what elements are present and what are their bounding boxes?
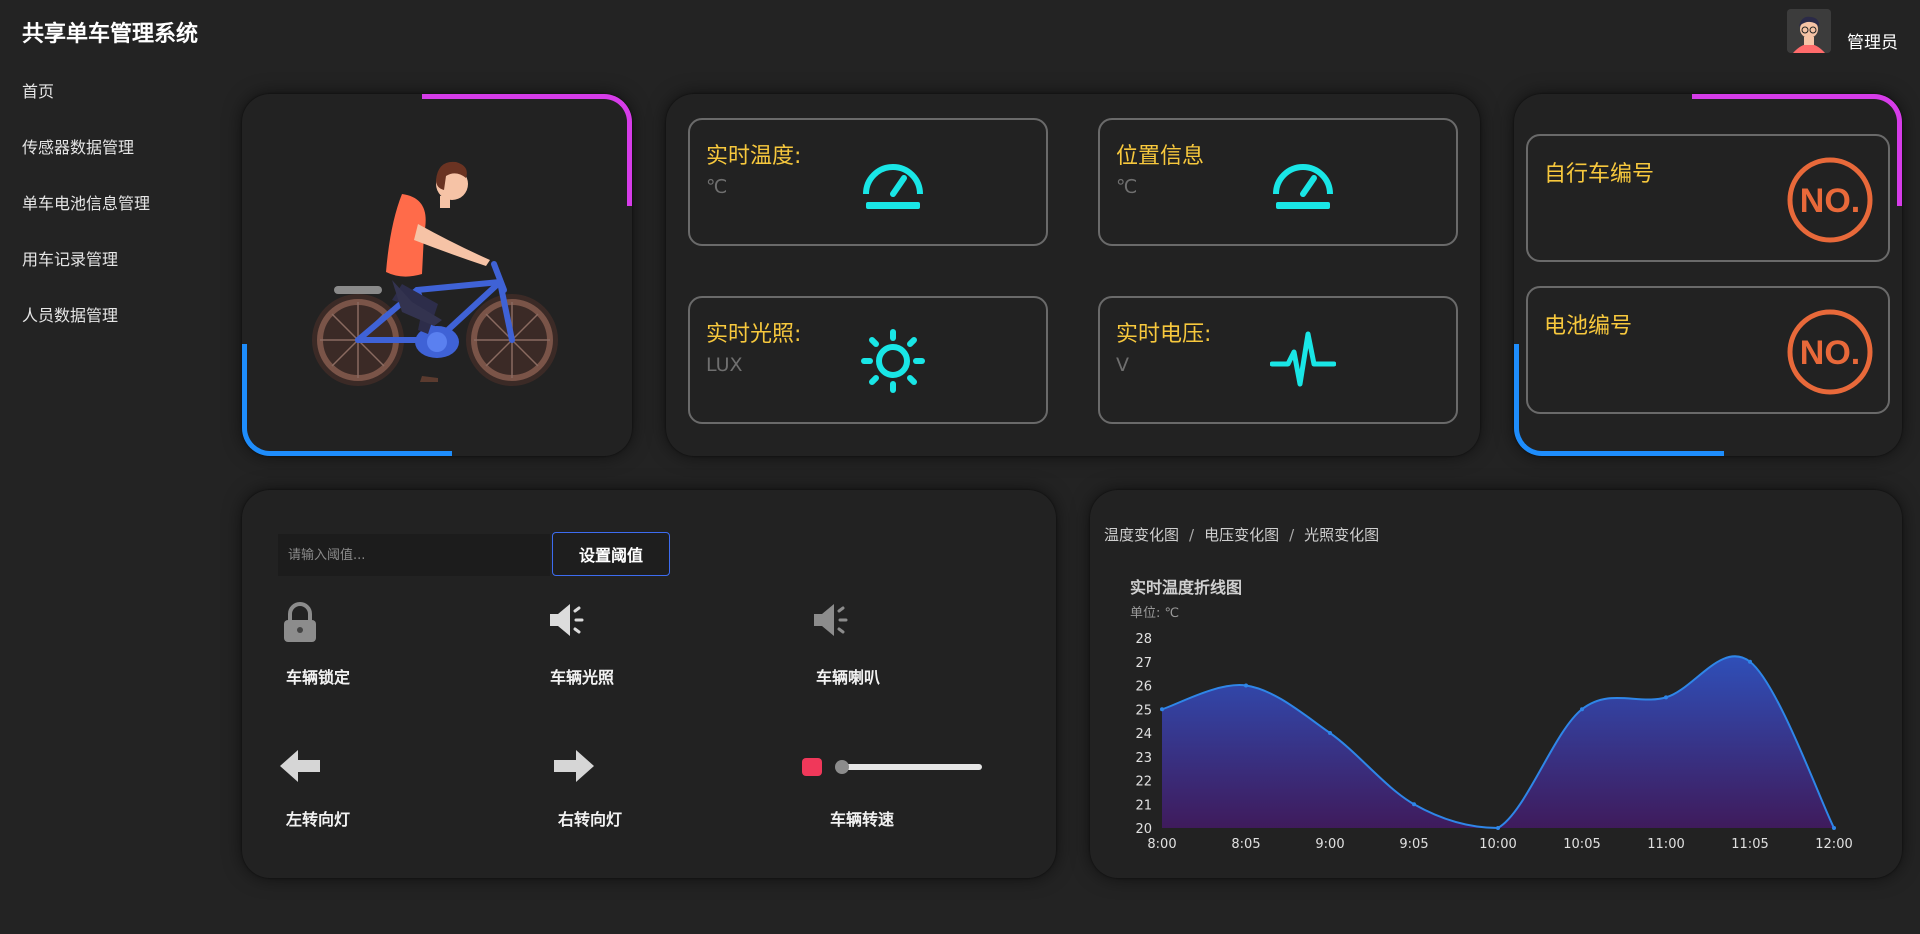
speaker-icon[interactable] <box>546 598 590 642</box>
x-tick-label: 11:00 <box>1647 837 1684 852</box>
data-point[interactable] <box>1664 695 1668 700</box>
vehicle-controls-panel: 设置阈值 车辆锁定 车辆光照 车辆喇叭 左转向灯 右转向灯 车辆转速 <box>242 490 1056 878</box>
gauge-icon <box>1273 164 1333 209</box>
y-tick-label: 26 <box>1135 680 1152 695</box>
sensor-location-unit: ℃ <box>1116 176 1138 198</box>
vehicle-light-label: 车辆光照 <box>550 668 615 687</box>
id-panel: 自行车编号 NO. 电池编号 NO. <box>1514 94 1902 456</box>
speed-indicator <box>802 758 822 776</box>
y-tick-label: 21 <box>1135 798 1152 813</box>
x-tick-label: 8:05 <box>1231 837 1260 852</box>
x-tick-label: 10:05 <box>1563 837 1600 852</box>
sensor-location-box: 位置信息 ℃ <box>1098 118 1458 246</box>
arrow-right-icon[interactable] <box>552 744 596 788</box>
no-icon: NO. <box>1787 309 1873 395</box>
data-point[interactable] <box>1496 826 1500 830</box>
bike-number-box: 自行车编号 NO. <box>1526 134 1890 262</box>
sensor-light-unit: LUX <box>706 354 743 376</box>
x-tick-label: 12:00 <box>1815 837 1852 852</box>
sidebar: 首页 传感器数据管理 单车电池信息管理 用车记录管理 人员数据管理 <box>0 72 220 352</box>
x-tick-label: 8:00 <box>1147 837 1176 852</box>
speed-slider-thumb[interactable] <box>835 760 849 774</box>
sensor-voltage-label: 实时电压: <box>1116 322 1212 347</box>
y-tick-label: 23 <box>1135 751 1152 766</box>
sensor-light-box: 实时光照: LUX <box>688 296 1048 424</box>
speed-slider-track <box>842 764 982 770</box>
app-title: 共享单车管理系统 <box>22 22 199 47</box>
set-threshold-button[interactable]: 设置阈值 <box>552 532 670 576</box>
left-turn-signal-label: 左转向灯 <box>286 810 351 829</box>
right-turn-signal-label: 右转向灯 <box>558 810 623 829</box>
sun-icon <box>861 329 925 393</box>
vehicle-speed-label: 车辆转速 <box>830 810 895 829</box>
lock-icon[interactable] <box>278 600 322 644</box>
speaker-icon[interactable] <box>810 598 854 642</box>
data-point[interactable] <box>1580 707 1584 712</box>
y-tick-label: 22 <box>1135 775 1152 790</box>
user-name: 管理员 <box>1847 33 1898 53</box>
sensor-voltage-unit: V <box>1116 354 1129 376</box>
data-point[interactable] <box>1748 659 1752 664</box>
data-point[interactable] <box>1160 707 1164 712</box>
svg-text:NO.: NO. <box>1800 182 1860 220</box>
svg-text:NO.: NO. <box>1800 334 1860 372</box>
data-point[interactable] <box>1832 826 1836 830</box>
chart-panel: 温度变化图 / 电压变化图 / 光照变化图 实时温度折线图 单位: ℃ 20 21 22 23… <box>1090 490 1902 878</box>
user-menu[interactable]: 管理员 <box>1787 8 1898 53</box>
bike-number-label: 自行车编号 <box>1544 162 1655 187</box>
vehicle-lock-label: 车辆锁定 <box>286 668 351 687</box>
y-tick-label: 28 <box>1135 632 1152 647</box>
battery-number-box: 电池编号 NO. <box>1526 286 1890 414</box>
sidebar-item-ride-records[interactable]: 用车记录管理 <box>0 240 220 296</box>
threshold-input[interactable] <box>278 534 550 576</box>
sidebar-item-home[interactable]: 首页 <box>0 72 220 128</box>
speed-slider[interactable] <box>835 760 982 774</box>
bike-illustration-card <box>242 94 632 456</box>
pulse-icon <box>1270 331 1336 387</box>
sidebar-item-battery-info[interactable]: 单车电池信息管理 <box>0 184 220 240</box>
x-tick-label: 11:05 <box>1731 837 1768 852</box>
battery-number-label: 电池编号 <box>1544 314 1633 339</box>
x-tick-label: 9:05 <box>1399 837 1428 852</box>
data-point[interactable] <box>1328 731 1332 735</box>
avatar-image <box>1787 8 1831 53</box>
sensor-temperature-unit: ℃ <box>706 176 728 198</box>
y-tick-label: 27 <box>1135 656 1152 671</box>
series-area <box>1162 656 1834 828</box>
y-tick-label: 25 <box>1135 703 1152 718</box>
avatar[interactable] <box>1787 8 1831 53</box>
sensor-voltage-box: 实时电压: V <box>1098 296 1458 424</box>
y-tick-label: 20 <box>1135 822 1152 837</box>
x-tick-label: 9:00 <box>1315 837 1344 852</box>
no-icon: NO. <box>1787 157 1873 243</box>
arrow-left-icon[interactable] <box>278 744 322 788</box>
sensor-temperature-box: 实时温度: ℃ <box>688 118 1048 246</box>
sidebar-item-sensor-data[interactable]: 传感器数据管理 <box>0 128 220 184</box>
sensor-panel: 实时温度: ℃ 位置信息 ℃ 实时光照: LUX 实时电压: V <box>666 94 1480 456</box>
y-tick-label: 24 <box>1135 727 1152 742</box>
x-tick-label: 10:00 <box>1479 837 1516 852</box>
sensor-light-label: 实时光照: <box>706 322 802 347</box>
gauge-icon <box>863 164 923 209</box>
sensor-location-label: 位置信息 <box>1116 144 1205 169</box>
temperature-area-chart: 20 21 22 23 24 25 26 27 28 8:00 8:05 9:00 9:05 10:00 1… <box>1135 632 1852 852</box>
vehicle-horn-label: 车辆喇叭 <box>816 668 881 687</box>
sensor-temperature-label: 实时温度: <box>706 144 802 169</box>
data-point[interactable] <box>1244 683 1248 688</box>
cyclist-illustration <box>312 161 558 386</box>
data-point[interactable] <box>1412 802 1416 807</box>
sidebar-item-personnel[interactable]: 人员数据管理 <box>0 296 220 352</box>
